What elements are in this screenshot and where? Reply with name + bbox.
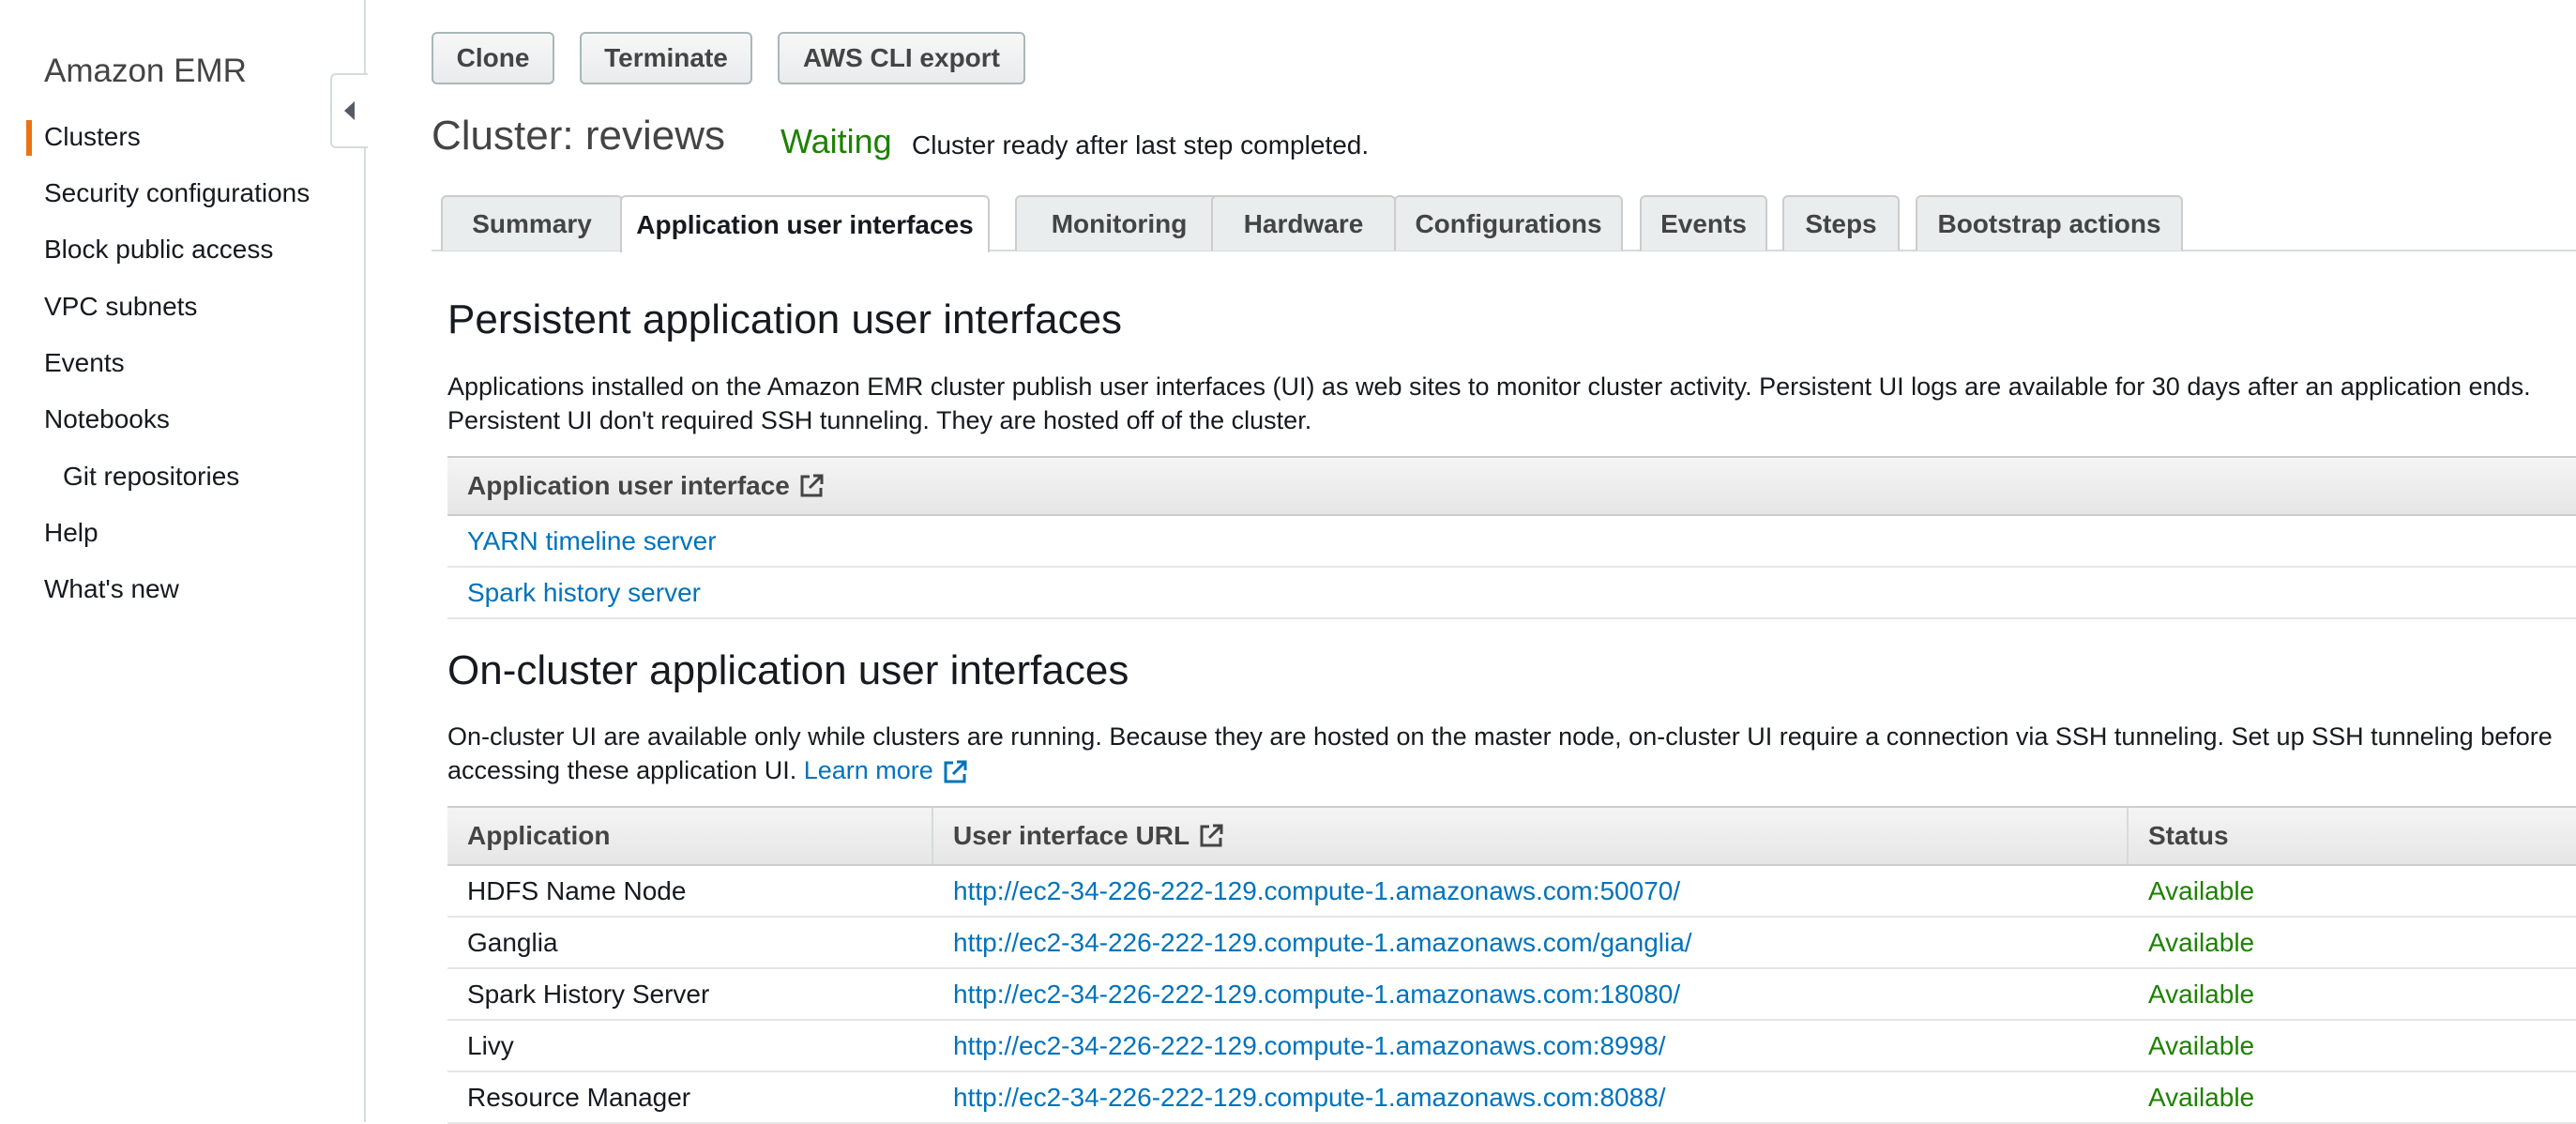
sidebar-item-clusters[interactable]: Clusters: [44, 122, 141, 152]
tab-summary[interactable]: Summary: [441, 195, 623, 251]
tab-bootstrap-actions[interactable]: Bootstrap actions: [1916, 195, 2183, 251]
sidebar-item-security-configurations[interactable]: Security configurations: [44, 178, 310, 208]
table-row: HDFS Name Node http://ec2-34-226-222-129…: [447, 866, 2576, 918]
tab-hardware[interactable]: Hardware: [1211, 195, 1396, 251]
column-divider: [932, 808, 933, 864]
table-row: YARN timeline server: [447, 516, 2576, 568]
on-cluster-section-title: On-cluster application user interfaces: [447, 647, 1129, 693]
on-cluster-section-description: On-cluster UI are available only while c…: [447, 720, 2568, 787]
application-name: Ganglia: [467, 927, 558, 957]
on-cluster-table-header: Application User interface URL Status: [447, 806, 2576, 866]
status-column-header[interactable]: Status: [2148, 808, 2229, 864]
status-badge: Available: [2148, 1082, 2255, 1112]
column-divider: [2127, 808, 2129, 864]
status-badge: Available: [2148, 927, 2255, 957]
ui-url-link[interactable]: http://ec2-34-226-222-129.compute-1.amaz…: [953, 928, 1692, 958]
tab-configurations[interactable]: Configurations: [1394, 195, 1623, 251]
url-column-header-label: User interface URL: [953, 821, 1190, 850]
clone-button[interactable]: Clone: [432, 32, 554, 84]
sidebar: Amazon EMR Clusters Security configurati…: [0, 0, 366, 1122]
page-title: Cluster: reviews: [432, 113, 725, 159]
table-row: Livy http://ec2-34-226-222-129.compute-1…: [447, 1021, 2576, 1072]
aws-cli-export-button[interactable]: AWS CLI export: [778, 32, 1025, 84]
terminate-button[interactable]: Terminate: [580, 32, 752, 84]
sidebar-item-notebooks[interactable]: Notebooks: [44, 404, 170, 434]
sidebar-title[interactable]: Amazon EMR: [44, 53, 247, 90]
sidebar-item-help[interactable]: Help: [44, 518, 98, 548]
tab-steps[interactable]: Steps: [1782, 195, 1900, 251]
external-link-icon: [944, 760, 967, 783]
status-badge: Available: [2148, 979, 2255, 1009]
active-indicator: [26, 120, 32, 156]
cluster-status: Waiting: [780, 122, 892, 160]
table-row: Ganglia http://ec2-34-226-222-129.comput…: [447, 918, 2576, 969]
application-name: HDFS Name Node: [467, 875, 687, 905]
cluster-status-description: Cluster ready after last step completed.: [912, 130, 1370, 159]
tab-monitoring[interactable]: Monitoring: [1015, 195, 1223, 251]
tab-application-user-interfaces[interactable]: Application user interfaces: [620, 195, 990, 252]
table-row: Resource Manager http://ec2-34-226-222-1…: [447, 1072, 2576, 1124]
ui-url-link[interactable]: http://ec2-34-226-222-129.compute-1.amaz…: [953, 876, 1680, 906]
status-badge: Available: [2148, 1030, 2255, 1060]
sidebar-item-block-public-access[interactable]: Block public access: [44, 235, 273, 265]
tab-events[interactable]: Events: [1640, 195, 1767, 251]
table-row: Spark History Server http://ec2-34-226-2…: [447, 969, 2576, 1021]
learn-more-label: Learn more: [803, 756, 933, 784]
learn-more-link[interactable]: Learn more: [804, 756, 969, 784]
main-content: Clone Terminate AWS CLI export Cluster: …: [368, 0, 2576, 1124]
persistent-section-title: Persistent application user interfaces: [447, 296, 1123, 342]
collapse-sidebar-button[interactable]: [330, 73, 368, 148]
persistent-section-description: Applications installed on the Amazon EMR…: [447, 372, 2531, 434]
sidebar-item-whats-new[interactable]: What's new: [44, 574, 179, 604]
persistent-table-header: Application user interface: [447, 456, 2576, 516]
spark-history-server-link[interactable]: Spark history server: [467, 578, 701, 608]
application-column-header[interactable]: Application: [467, 808, 610, 864]
persistent-column-header-label: Application user interface: [467, 471, 790, 500]
ui-url-link[interactable]: http://ec2-34-226-222-129.compute-1.amaz…: [953, 1083, 1666, 1113]
external-link-icon: [800, 474, 824, 497]
external-link-icon: [1200, 824, 1223, 847]
sidebar-item-vpc-subnets[interactable]: VPC subnets: [44, 292, 197, 322]
yarn-timeline-server-link[interactable]: YARN timeline server: [467, 526, 717, 556]
status-badge: Available: [2148, 875, 2255, 905]
persistent-column-header[interactable]: Application user interface: [467, 458, 826, 514]
table-row: Spark history server: [447, 568, 2576, 619]
caret-left-icon: [344, 101, 355, 120]
sidebar-item-events[interactable]: Events: [44, 348, 125, 378]
ui-url-link[interactable]: http://ec2-34-226-222-129.compute-1.amaz…: [953, 980, 1680, 1010]
application-name: Spark History Server: [467, 979, 710, 1009]
application-name: Resource Manager: [467, 1082, 691, 1112]
ui-url-link[interactable]: http://ec2-34-226-222-129.compute-1.amaz…: [953, 1031, 1666, 1061]
url-column-header[interactable]: User interface URL: [953, 808, 1225, 864]
application-name: Livy: [467, 1030, 514, 1060]
sidebar-item-git-repositories[interactable]: Git repositories: [63, 462, 239, 492]
on-cluster-description-text: On-cluster UI are available only while c…: [447, 722, 2553, 784]
